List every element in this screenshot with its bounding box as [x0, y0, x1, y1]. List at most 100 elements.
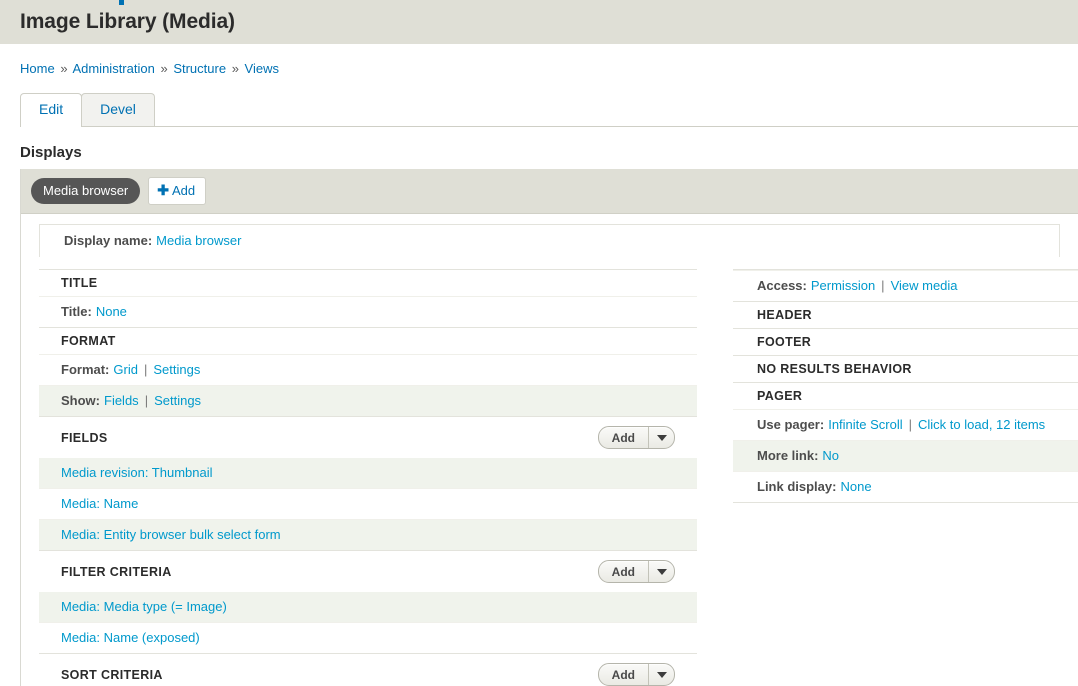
- row-link-show-value[interactable]: Fields: [104, 393, 139, 408]
- access-link-permission[interactable]: Permission: [811, 278, 875, 293]
- row-use-pager: Use pager: Infinite Scroll | Click to load,…: [733, 409, 1078, 440]
- bucket-access: Access: Permission | View media: [733, 269, 1078, 301]
- breadcrumb-item-home[interactable]: Home: [20, 61, 55, 76]
- bucket-filter-criteria: FILTER CRITERIA Add Media: Media type (=…: [39, 550, 697, 653]
- bucket-header: FIELDS Add: [39, 417, 697, 458]
- chevron-down-icon: [656, 568, 667, 575]
- row-link-format-settings[interactable]: Settings: [153, 362, 200, 377]
- bucket-sort-criteria: SORT CRITERIA Add Media: Changed (desc): [39, 653, 697, 686]
- tabs-underline: [20, 126, 1078, 127]
- row-field-name: Media: Name: [39, 488, 697, 519]
- bucket-footer-area: FOOTER: [733, 328, 1078, 355]
- breadcrumb-separator: »: [231, 61, 239, 76]
- row-title: Title: None: [39, 296, 697, 327]
- views-left-column: TITLE Title: None FORMAT Format: Grid | Sett…: [39, 269, 697, 686]
- filter-link[interactable]: Media: Media type (= Image): [61, 599, 227, 614]
- pager-link-settings[interactable]: Click to load, 12 items: [918, 417, 1045, 432]
- row-show: Show: Fields | Settings: [39, 385, 697, 416]
- bucket-title-label: NO RESULTS BEHAVIOR: [757, 362, 912, 376]
- more-link-value[interactable]: No: [822, 448, 839, 463]
- row-link-title-value[interactable]: None: [96, 304, 127, 319]
- add-fields-split-button[interactable]: Add: [597, 426, 675, 449]
- bucket-title: TITLE Title: None: [39, 269, 697, 327]
- row-more-link: More link: No: [733, 440, 1078, 471]
- bucket-title-label: FORMAT: [61, 334, 116, 348]
- field-link[interactable]: Media revision: Thumbnail: [61, 465, 213, 480]
- tab-devel[interactable]: Devel: [81, 93, 155, 126]
- field-link[interactable]: Media: Name: [61, 496, 138, 511]
- field-link[interactable]: Media: Entity browser bulk select form: [61, 527, 281, 542]
- filter-link[interactable]: Media: Name (exposed): [61, 630, 200, 645]
- row-label: Show:: [61, 393, 100, 408]
- row-label: Access:: [757, 278, 807, 293]
- bucket-title-label: FIELDS: [61, 430, 108, 445]
- bucket-header: NO RESULTS BEHAVIOR: [733, 356, 1078, 382]
- add-display-button[interactable]: ✚ Add: [148, 177, 207, 205]
- row-format: Format: Grid | Settings: [39, 354, 697, 385]
- add-fields-dropdown-toggle[interactable]: [648, 427, 674, 448]
- bucket-header: FORMAT: [39, 328, 697, 354]
- row-link-display: Link display: None: [733, 471, 1078, 502]
- row-filter-name: Media: Name (exposed): [39, 622, 697, 653]
- row-separator: |: [143, 362, 148, 377]
- tab-edit[interactable]: Edit: [20, 93, 83, 127]
- add-sort-button[interactable]: Add: [599, 664, 648, 685]
- views-right-column: Access: Permission | View media HEADER FOOT…: [733, 269, 1078, 503]
- add-filter-split-button[interactable]: Add: [597, 560, 675, 583]
- plus-icon: ✚: [157, 182, 169, 198]
- display-tabs-bar: Media browser ✚ Add: [21, 169, 1078, 214]
- bucket-header: TITLE: [39, 270, 697, 296]
- row-label: Format:: [61, 362, 110, 377]
- pager-link-type[interactable]: Infinite Scroll: [828, 417, 902, 432]
- primary-tabs-wrapper: Edit Devel: [0, 93, 1078, 127]
- bucket-no-results-behavior: NO RESULTS BEHAVIOR: [733, 355, 1078, 382]
- display-name-value[interactable]: Media browser: [156, 233, 241, 248]
- right-column-bottom-rule: [733, 502, 1078, 503]
- display-tab-media-browser[interactable]: Media browser: [31, 178, 141, 204]
- bucket-pager: PAGER Use pager: Infinite Scroll | Click to…: [733, 382, 1078, 502]
- row-link-format-value[interactable]: Grid: [113, 362, 138, 377]
- row-access: Access: Permission | View media: [733, 270, 1078, 301]
- bucket-header: PAGER: [733, 383, 1078, 409]
- bucket-header: FILTER CRITERIA Add: [39, 551, 697, 592]
- row-label: More link:: [757, 448, 819, 463]
- display-name-row: Display name: Media browser: [39, 224, 1060, 257]
- add-filter-button[interactable]: Add: [599, 561, 648, 582]
- add-sort-dropdown-toggle[interactable]: [648, 664, 674, 685]
- page-header-band: Image Library (Media): [0, 0, 1078, 44]
- add-fields-button[interactable]: Add: [599, 427, 648, 448]
- bucket-title-label: TITLE: [61, 276, 98, 290]
- primary-tabs: Edit Devel: [20, 93, 1078, 127]
- bucket-title-label: SORT CRITERIA: [61, 667, 163, 682]
- displays-heading: Displays: [20, 144, 82, 161]
- breadcrumb-item-structure[interactable]: Structure: [173, 61, 226, 76]
- row-separator: |: [144, 393, 149, 408]
- add-sort-split-button[interactable]: Add: [597, 663, 675, 686]
- bucket-header-area: HEADER: [733, 301, 1078, 328]
- chevron-down-icon: [656, 434, 667, 441]
- row-link-show-settings[interactable]: Settings: [154, 393, 201, 408]
- row-filter-media-type: Media: Media type (= Image): [39, 592, 697, 622]
- bucket-header: SORT CRITERIA Add: [39, 654, 697, 686]
- breadcrumb-item-administration[interactable]: Administration: [72, 61, 154, 76]
- page-title: Image Library (Media): [20, 10, 235, 33]
- breadcrumb-separator: »: [60, 61, 68, 76]
- access-link-view-media[interactable]: View media: [891, 278, 958, 293]
- breadcrumb-item-views[interactable]: Views: [245, 61, 279, 76]
- row-field-bulk-select: Media: Entity browser bulk select form: [39, 519, 697, 550]
- link-display-value[interactable]: None: [840, 479, 871, 494]
- display-name-label: Display name:: [64, 233, 153, 248]
- bucket-format: FORMAT Format: Grid | Settings Show: Fields |…: [39, 327, 697, 416]
- breadcrumb-separator: »: [160, 61, 168, 76]
- views-columns: TITLE Title: None FORMAT Format: Grid | Sett…: [21, 269, 1078, 686]
- breadcrumb: Home » Administration » Structure » View…: [0, 44, 1078, 77]
- bucket-title-label: FILTER CRITERIA: [61, 564, 172, 579]
- add-filter-dropdown-toggle[interactable]: [648, 561, 674, 582]
- bucket-title-label: HEADER: [757, 308, 812, 322]
- bucket-header: FOOTER: [733, 329, 1078, 355]
- row-separator: |: [881, 278, 885, 293]
- clipped-link-fragment: [119, 0, 124, 5]
- row-label: Link display:: [757, 479, 837, 494]
- chevron-down-icon: [656, 671, 667, 678]
- row-label: Title:: [61, 304, 92, 319]
